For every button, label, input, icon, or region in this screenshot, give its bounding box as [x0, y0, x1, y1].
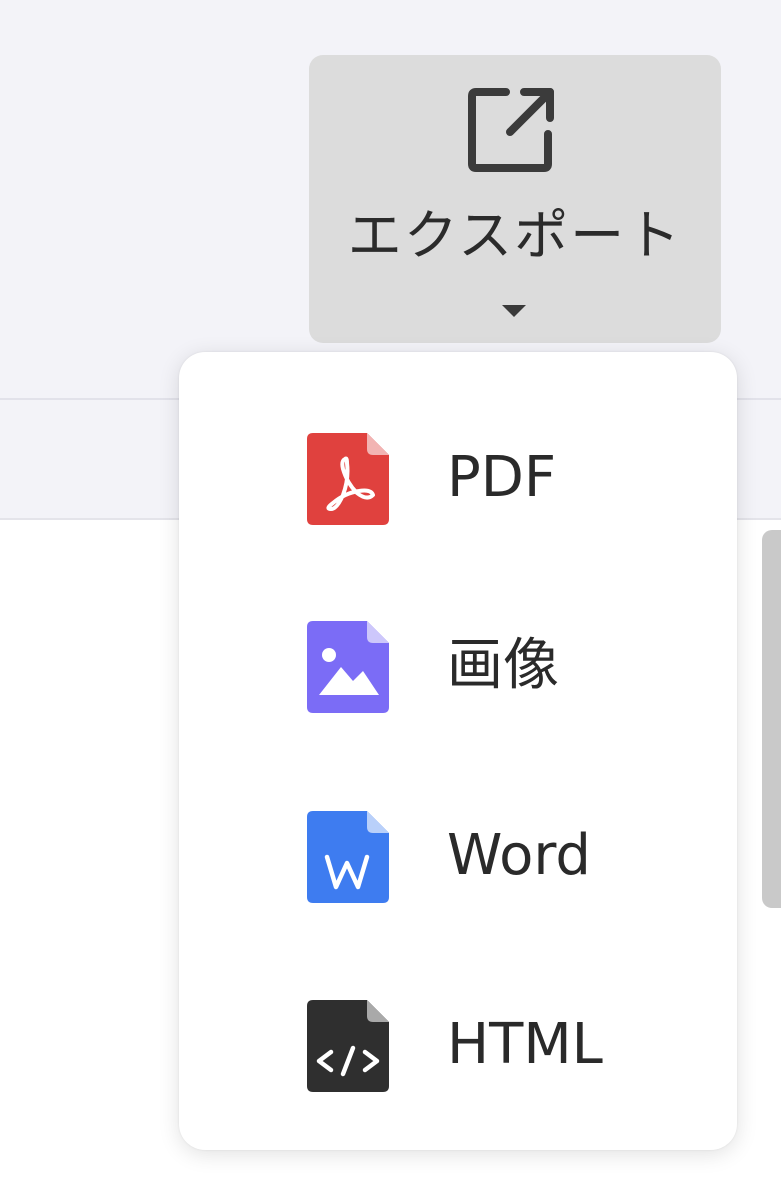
word-file-icon — [307, 811, 389, 903]
menu-item-label: HTML — [447, 1012, 603, 1077]
menu-item-pdf[interactable]: PDF — [179, 397, 737, 567]
menu-item-label: Word — [447, 823, 591, 888]
caret-down-icon — [502, 305, 526, 317]
vertical-scrollbar[interactable] — [762, 530, 781, 908]
external-link-icon — [468, 88, 554, 172]
export-dropdown-menu: PDF 画像 Word HTML — [179, 352, 737, 1150]
menu-item-label: 画像 — [447, 633, 559, 698]
html-file-icon — [307, 1000, 389, 1092]
menu-item-word[interactable]: Word — [179, 773, 737, 943]
pdf-file-icon — [307, 433, 389, 525]
image-file-icon — [307, 621, 389, 713]
export-button-label: エクスポート — [347, 204, 683, 267]
menu-item-image[interactable]: 画像 — [179, 585, 737, 755]
menu-item-label: PDF — [447, 445, 557, 510]
menu-item-html[interactable]: HTML — [179, 962, 737, 1132]
